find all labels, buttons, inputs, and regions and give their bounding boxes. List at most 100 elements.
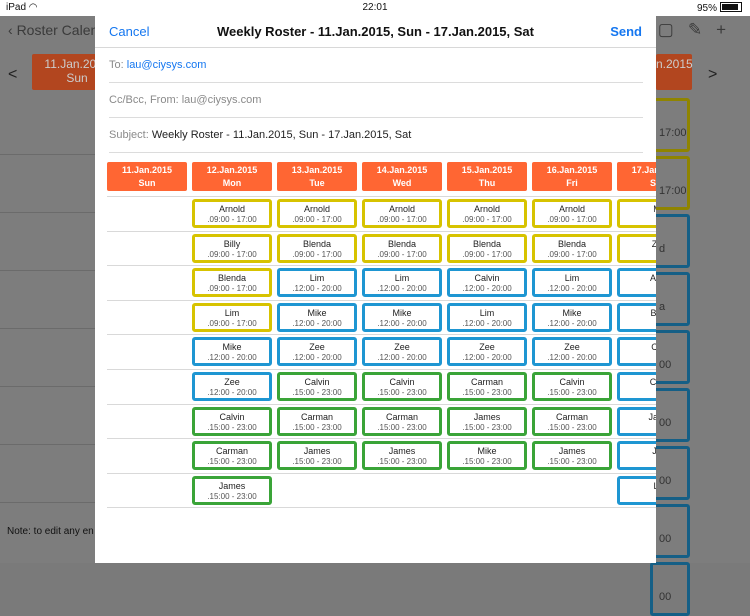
shift-card[interactable]: Billy .09:00 - 17:00 (192, 233, 272, 263)
shift-time: .09:00 - 17:00 (292, 215, 342, 224)
background-shift-card: d (650, 214, 690, 268)
shift-card[interactable]: James .15:00 - 23:00 (447, 406, 527, 436)
staff-name: Zee (394, 342, 410, 353)
shift-card[interactable]: Blenda .09:00 - 17:00 (447, 233, 527, 263)
cancel-button[interactable]: Cancel (109, 24, 149, 39)
shift-time: .09:00 - 17:00 (207, 284, 257, 294)
shift-card[interactable]: Calvin .12:00 - 20:00 (447, 268, 527, 298)
shift-card[interactable]: Car (617, 372, 656, 401)
shift-time: .12:00 - 20:00 (377, 353, 427, 363)
shift-time: .15:00 - 23:00 (207, 422, 257, 432)
staff-name: Carman (215, 446, 248, 457)
add-icon[interactable]: + (716, 20, 740, 39)
shift-card[interactable]: Arnold .09:00 - 17:00 (362, 199, 442, 228)
shift-time: .12:00 - 20:00 (462, 284, 512, 294)
compose-icon[interactable]: ✎ (688, 20, 716, 39)
shift-card[interactable]: Li (617, 475, 656, 505)
shift-card[interactable]: James .15:00 - 23:00 (277, 441, 357, 471)
shift-card[interactable]: Zee .12:00 - 20:00 (532, 337, 612, 367)
staff-name: Calvin (304, 377, 330, 387)
shift-time: .15:00 - 23:00 (207, 457, 257, 467)
shift-card[interactable]: Mike .12:00 - 20:00 (192, 337, 272, 367)
shift-card[interactable]: Arnold .09:00 - 17:00 (447, 199, 527, 228)
subject-field[interactable]: Subject: Weekly Roster - 11.Jan.2015, Su… (109, 118, 643, 153)
shift-card[interactable]: Blenda .09:00 - 17:00 (532, 233, 612, 263)
shift-card[interactable]: Arnold .09:00 - 17:00 (192, 199, 272, 228)
day-date: 11.Jan.2015 (121, 165, 173, 175)
shift-time: .12:00 - 20:00 (462, 318, 512, 328)
calendar-icon[interactable]: ▢ (658, 20, 688, 39)
staff-name: Zee (479, 342, 495, 353)
next-week-arrow[interactable]: > (708, 66, 717, 84)
send-button[interactable]: Send (610, 24, 642, 39)
prev-week-arrow[interactable]: < (8, 66, 17, 84)
shift-time: .15:00 - 23:00 (462, 388, 512, 397)
background-day-header-sat: n.2015 (656, 54, 693, 90)
shift-card[interactable]: Lim .12:00 - 20:00 (532, 268, 612, 298)
background-shift-text: 00 (659, 475, 672, 487)
staff-name: Mike (477, 446, 497, 457)
shift-card[interactable]: Blenda .09:00 - 17:00 (362, 233, 442, 263)
shift-card[interactable]: Carman .15:00 - 23:00 (192, 441, 272, 471)
shift-card[interactable]: Zee .12:00 - 20:00 (192, 372, 272, 401)
shift-card[interactable]: Lim .12:00 - 20:00 (362, 268, 442, 298)
shift-card[interactable]: Ze (617, 233, 656, 263)
shift-card[interactable]: Calvin .15:00 - 23:00 (362, 372, 442, 401)
shift-card[interactable]: Calvin .15:00 - 23:00 (277, 372, 357, 401)
shift-card[interactable]: Arn (617, 268, 656, 298)
staff-name: Billy (223, 238, 241, 249)
shift-time: .15:00 - 23:00 (547, 457, 597, 467)
shift-card[interactable]: Carman .15:00 - 23:00 (362, 406, 442, 436)
day-header: 15.Jan.2015 Thu (447, 162, 527, 191)
shift-time: .12:00 - 20:00 (547, 318, 597, 328)
shift-card[interactable]: Zee .12:00 - 20:00 (277, 337, 357, 367)
staff-name: Ze (651, 238, 656, 249)
staff-name: Jo (652, 446, 656, 457)
shift-card[interactable]: James .15:00 - 23:00 (362, 441, 442, 471)
shift-card[interactable]: Carman .15:00 - 23:00 (277, 406, 357, 436)
shift-card[interactable]: James .15:00 - 23:00 (192, 475, 272, 505)
shift-card[interactable]: Lim .12:00 - 20:00 (277, 268, 357, 298)
shift-card[interactable]: Mike .12:00 - 20:00 (277, 302, 357, 332)
shift-card[interactable]: Lim .12:00 - 20:00 (447, 302, 527, 332)
chevron-left-icon: ‹ (8, 22, 13, 38)
shift-card[interactable]: Zee .12:00 - 20:00 (362, 337, 442, 367)
to-recipient[interactable]: lau@ciysys.com (127, 59, 207, 71)
shift-card[interactable]: Arnold .09:00 - 17:00 (532, 199, 612, 228)
shift-card[interactable]: Blenda .09:00 - 17:00 (277, 233, 357, 263)
ccbcc-from-field[interactable]: Cc/Bcc, From: lau@ciysys.com (109, 83, 643, 118)
shift-card[interactable]: Carman .15:00 - 23:00 (532, 406, 612, 436)
shift-time: .09:00 - 17:00 (292, 249, 342, 259)
shift-card[interactable]: Blenda .09:00 - 17:00 (192, 268, 272, 298)
shift-card[interactable]: Zee .12:00 - 20:00 (447, 337, 527, 367)
day-name: Wed (392, 178, 412, 188)
shift-card[interactable]: Lim .09:00 - 17:00 (192, 302, 272, 332)
to-field[interactable]: To: lau@ciysys.com (109, 48, 643, 83)
staff-name: Zee (224, 377, 240, 387)
shift-card[interactable]: Calvin .15:00 - 23:00 (532, 372, 612, 401)
back-button[interactable]: ‹ Roster Calen (8, 22, 98, 38)
shift-card[interactable]: Carman .15:00 - 23:00 (447, 372, 527, 401)
shift-card[interactable]: M (617, 199, 656, 228)
shift-card[interactable]: Calvin .15:00 - 23:00 (192, 406, 272, 436)
shift-card[interactable]: Mike .12:00 - 20:00 (362, 302, 442, 332)
background-shift-card: 17:00 (650, 98, 690, 152)
shift-card[interactable]: Jo (617, 441, 656, 471)
shift-card[interactable]: Ble (617, 302, 656, 332)
shift-card[interactable]: Jam (617, 406, 656, 436)
shift-card[interactable]: Mike .12:00 - 20:00 (532, 302, 612, 332)
shift-time: .12:00 - 20:00 (292, 318, 342, 328)
shift-time: .09:00 - 17:00 (462, 249, 512, 259)
background-shift-text: 00 (659, 533, 672, 545)
shift-time: .12:00 - 20:00 (207, 353, 257, 363)
staff-name: Carman (300, 411, 333, 422)
subject-input[interactable]: Weekly Roster - 11.Jan.2015, Sun - 17.Ja… (152, 129, 411, 141)
day-name: Sun (138, 178, 156, 188)
shift-card[interactable]: Arnold .09:00 - 17:00 (277, 199, 357, 228)
staff-name: Ble (650, 307, 656, 318)
background-shift-card: a (650, 272, 690, 326)
shift-time: .15:00 - 23:00 (547, 388, 597, 397)
shift-card[interactable]: James .15:00 - 23:00 (532, 441, 612, 471)
shift-card[interactable]: Ca (617, 337, 656, 367)
shift-card[interactable]: Mike .15:00 - 23:00 (447, 441, 527, 471)
